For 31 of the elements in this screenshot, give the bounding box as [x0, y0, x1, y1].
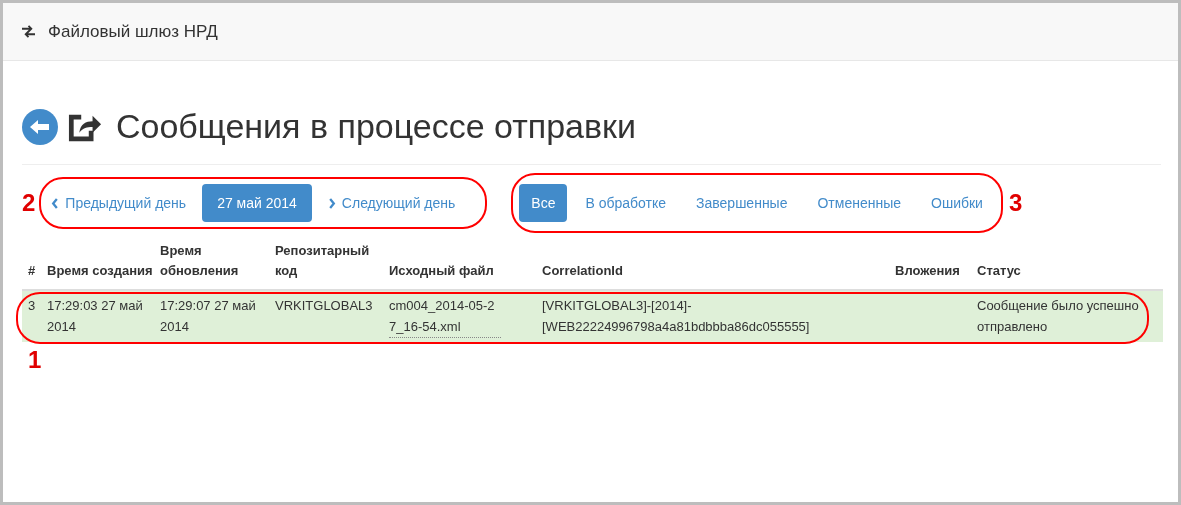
- callout-number: 2: [22, 189, 36, 217]
- column-header: CorrelationId: [542, 263, 623, 278]
- next-day-link[interactable]: Следующий день: [325, 187, 458, 219]
- filter-tab[interactable]: Ошибки: [919, 184, 995, 222]
- column-header: Время создания: [47, 263, 153, 278]
- callout-number: 1: [28, 346, 42, 374]
- column-header: Исходный файл: [389, 263, 494, 278]
- chevron-left-icon: [51, 197, 60, 209]
- previous-day-link[interactable]: Предыдущий день: [49, 187, 189, 219]
- column-header: Статус: [977, 263, 1021, 278]
- filter-tab[interactable]: Отмененные: [805, 184, 914, 222]
- table-cell: 3: [28, 298, 36, 313]
- table-cell: Сообщение было успешно отправлено: [977, 298, 1139, 334]
- column-header: Время обновления: [160, 243, 239, 278]
- table-cell: 17:29:03 27 май 2014: [47, 298, 143, 334]
- table-cell: VRKITGLOBAL3: [275, 298, 373, 313]
- column-header: Репозитарный код: [275, 243, 370, 278]
- filter-tab[interactable]: Все: [519, 184, 568, 222]
- chevron-right-icon: [327, 197, 336, 209]
- column-header: #: [28, 263, 36, 278]
- column-header: Вложения: [895, 263, 960, 278]
- callout-number: 3: [1008, 189, 1023, 217]
- table-cell: 17:29:07 27 май 2014: [160, 298, 256, 334]
- swap-arrows-icon: [21, 25, 36, 38]
- filter-tab[interactable]: В обработке: [573, 184, 679, 222]
- table-cell: [VRKITGLOBAL3]-[2014]-[WEB22224996798a4a81bdbbba86dc055555]: [542, 298, 810, 334]
- page-title: Сообщения в процессе отправки: [116, 107, 636, 146]
- brand-link[interactable]: Файловый шлюз НРД: [48, 21, 218, 42]
- filter-tab[interactable]: Завершенные: [684, 184, 800, 222]
- back-icon[interactable]: [22, 108, 58, 145]
- date-button[interactable]: 27 май 2014: [202, 184, 312, 222]
